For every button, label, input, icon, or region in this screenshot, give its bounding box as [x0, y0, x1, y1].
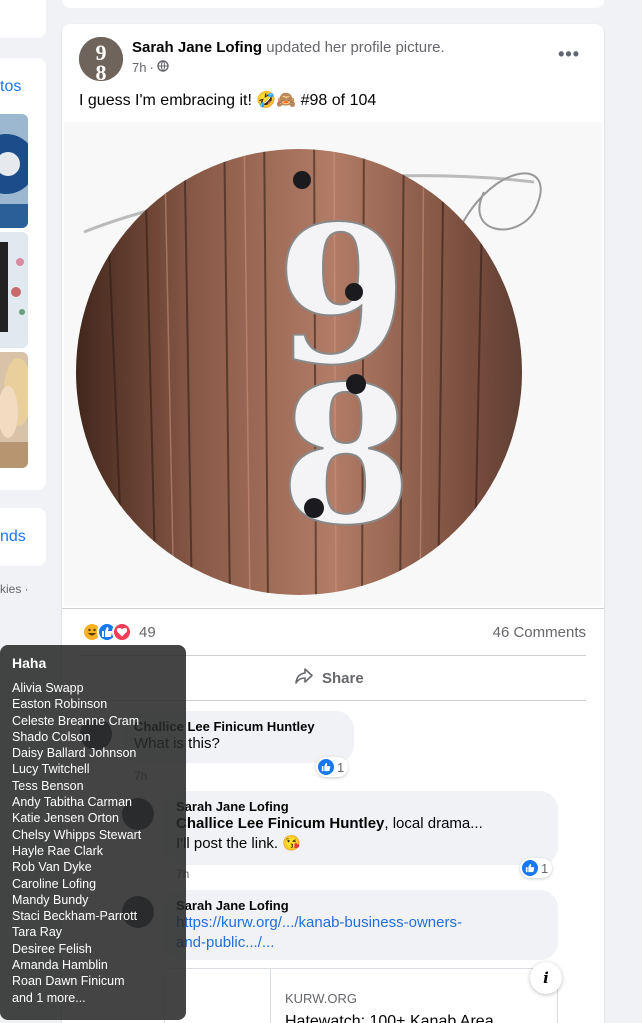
- comment-author[interactable]: Sarah Jane Lofing: [176, 898, 546, 913]
- post-meta: 7h ·: [132, 60, 169, 75]
- reactor-name: Hayle Rae Clark: [12, 843, 104, 858]
- reactor-name: Rob Van Dyke: [12, 860, 92, 875]
- reactor-name: Staci Beckham-Parrott: [12, 909, 138, 924]
- globe-icon: [157, 60, 169, 75]
- author-avatar[interactable]: 9 8: [79, 37, 123, 81]
- footer-links[interactable]: kies ·: [0, 582, 29, 596]
- comment-like-count[interactable]: 1: [520, 858, 553, 878]
- comment-bubble: Sarah Jane Lofing Challice Lee Finicum H…: [164, 791, 558, 865]
- previous-card: [62, 0, 604, 8]
- photo-thumbnail[interactable]: [0, 352, 28, 468]
- reactor-name: Celeste Breanne Cram: [12, 713, 140, 728]
- reaction-summary[interactable]: 49: [82, 622, 156, 642]
- photo-thumbnail[interactable]: [0, 114, 28, 228]
- reactor-name: Easton Robinson: [12, 697, 108, 712]
- reaction-tooltip: Haha Alivia Swapp Easton Robinson Celeste …: [0, 645, 186, 1020]
- share-icon: [294, 667, 314, 689]
- reactor-name: Lucy Twitchell: [12, 762, 90, 777]
- tooltip-title: Haha: [12, 655, 47, 671]
- post-caption: I guess I'm embracing it! 🤣🙈 #98 of 104: [79, 92, 377, 109]
- post-time[interactable]: 7h: [132, 60, 146, 75]
- link-domain: KURW.ORG: [285, 991, 357, 1006]
- reaction-count: 49: [139, 623, 156, 641]
- share-label: Share: [322, 669, 364, 687]
- love-icon: [112, 622, 132, 642]
- reactor-name: Tess Benson: [12, 778, 84, 793]
- comments-count-link[interactable]: 46 Comments: [493, 624, 586, 641]
- like-icon: [318, 759, 334, 775]
- reactor-name: Amanda Hamblin: [12, 958, 108, 973]
- photos-card: tos: [0, 58, 46, 490]
- like-icon: [522, 860, 538, 876]
- left-card-top: [0, 0, 46, 38]
- reactor-name: Alivia Swapp: [12, 681, 84, 695]
- share-button[interactable]: Share: [294, 667, 364, 689]
- comment-link[interactable]: and-public.../...: [176, 933, 546, 953]
- image-digit: 8: [280, 344, 412, 567]
- profile-picture-image[interactable]: 9 8: [64, 122, 602, 606]
- reactor-name: and 1 more...: [12, 990, 86, 1005]
- post-action: updated her profile picture.: [266, 39, 445, 56]
- reactor-list: Alivia Swapp Easton Robinson Celeste Brean…: [12, 680, 174, 1006]
- reactor-name: Chelsy Whipps Stewart: [12, 827, 142, 842]
- comment-author[interactable]: Sarah Jane Lofing: [176, 799, 546, 814]
- comment-text: I'll post the link. 😘: [176, 835, 301, 852]
- reactor-name: Caroline Lofing: [12, 876, 97, 891]
- more-options-button[interactable]: •••: [558, 44, 580, 65]
- photos-link[interactable]: tos: [0, 78, 21, 96]
- photo-thumbnail[interactable]: [0, 232, 28, 348]
- divider: [62, 608, 604, 609]
- comment-bubble: Sarah Jane Lofing https://kurw.org/.../k…: [164, 890, 558, 960]
- reactor-name: Andy Tabitha Carman: [12, 795, 132, 810]
- comment-like-count[interactable]: 1: [316, 757, 349, 777]
- link-title[interactable]: Hatewatch: 100+ Kanab Area: [285, 1013, 494, 1023]
- reactor-name: Roan Dawn Finicum: [12, 974, 125, 989]
- reactor-name: Katie Jensen Orton: [12, 811, 120, 826]
- reactor-name: Mandy Bundy: [12, 892, 89, 907]
- author-name[interactable]: Sarah Jane Lofing: [132, 39, 262, 56]
- info-icon[interactable]: i: [530, 962, 562, 994]
- post-header: Sarah Jane Lofing updated her profile pi…: [132, 39, 445, 56]
- comment-link[interactable]: https://kurw.org/.../kanab-business-owne…: [176, 913, 546, 933]
- reactor-name: Daisy Ballard Johnson: [12, 746, 137, 761]
- comment-mention[interactable]: Challice Lee Finicum Huntley: [176, 815, 384, 832]
- friends-card: nds: [0, 508, 46, 566]
- avatar-digit: 8: [96, 60, 107, 81]
- reactor-name: Tara Ray: [12, 925, 63, 940]
- link-preview-card[interactable]: KURW.ORG Hatewatch: 100+ Kanab Area: [164, 968, 558, 1023]
- reactor-name: Desiree Felish: [12, 941, 92, 956]
- friends-link[interactable]: nds: [0, 528, 26, 546]
- comment-text: , local drama...: [384, 815, 483, 832]
- reactor-name: Shado Colson: [12, 729, 91, 744]
